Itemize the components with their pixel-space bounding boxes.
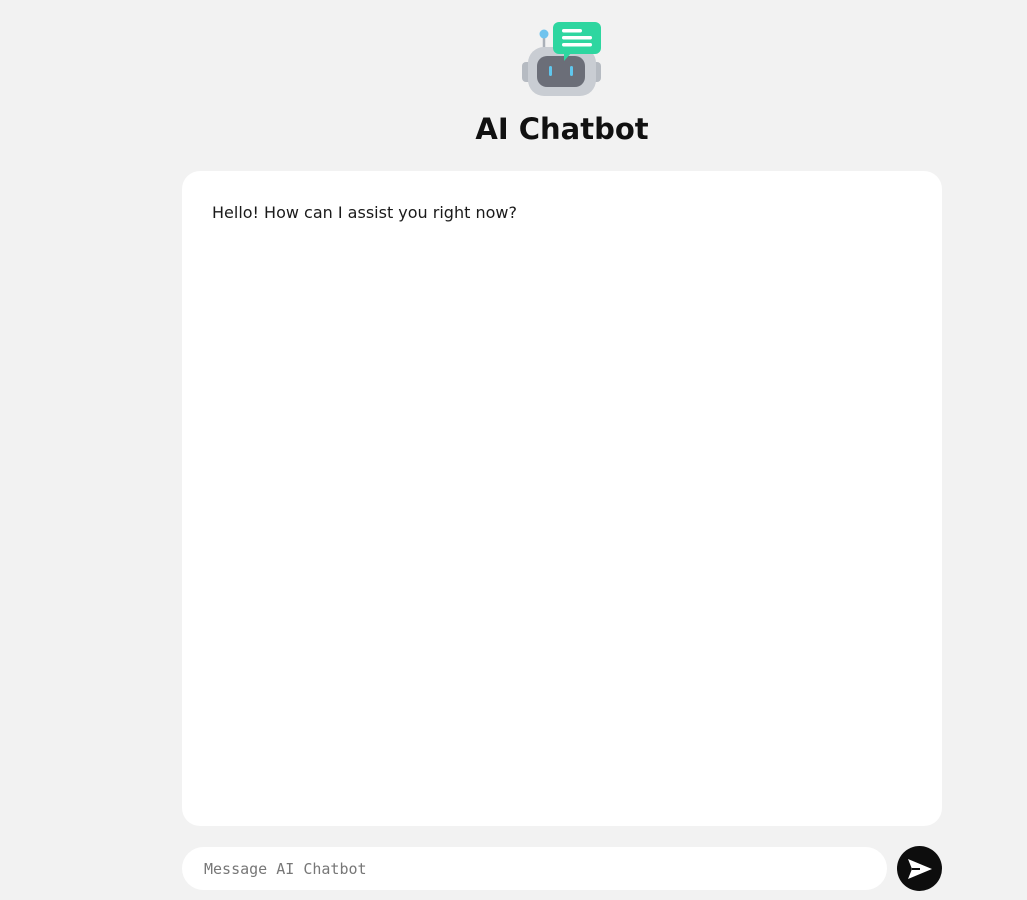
send-button[interactable] (897, 846, 942, 891)
robot-chat-icon (520, 20, 604, 98)
message-input[interactable] (182, 847, 887, 890)
message-composer (182, 847, 887, 890)
chatbot-page: AI Chatbot Hello! How can I assist you r… (0, 0, 1027, 900)
page-title: AI Chatbot (475, 112, 649, 146)
send-arrow-icon (907, 858, 933, 880)
bot-message: Hello! How can I assist you right now? (212, 203, 517, 222)
chat-panel: Hello! How can I assist you right now? (182, 171, 942, 826)
